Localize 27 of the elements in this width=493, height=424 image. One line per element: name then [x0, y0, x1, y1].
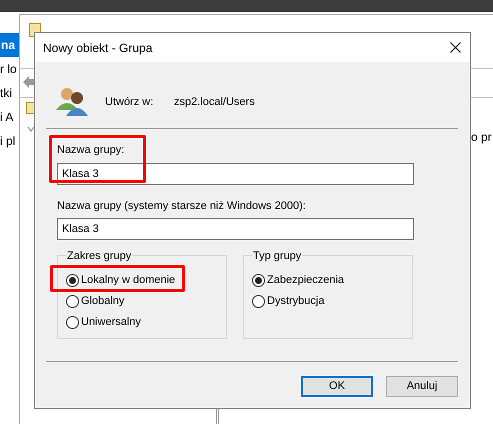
create-in-label: Utwórz w:	[105, 95, 154, 110]
sidebar-item[interactable]: i A	[0, 105, 19, 129]
folder-icon	[26, 102, 36, 114]
radio-label[interactable]: Zabezpieczenia	[267, 272, 344, 289]
input-field[interactable]: Klasa 3	[57, 162, 414, 184]
dialog-button[interactable]: OK	[301, 376, 373, 397]
dialog-button[interactable]: Anuluj	[386, 376, 458, 397]
chevron-icon[interactable]	[27, 125, 35, 133]
radio-label[interactable]: Uniwersalny	[81, 314, 141, 331]
field-label: Nazwa grupy (systemy starsze niż Windows 2000):	[57, 198, 307, 214]
list-text: o pr	[471, 129, 492, 146]
radio-label[interactable]: Globalny	[81, 293, 124, 310]
input-field[interactable]: Klasa 3	[57, 218, 414, 240]
group-title: Zakres grupy	[66, 248, 132, 264]
sidebar-item[interactable]: na	[0, 33, 19, 57]
users-icon	[56, 86, 89, 116]
field-label: Nazwa grupy:	[57, 143, 126, 158]
radio-label[interactable]: Dystrybucja	[267, 293, 324, 310]
close-icon[interactable]	[450, 42, 461, 53]
sidebar-item[interactable]: r lo	[0, 57, 19, 81]
dialog-title: Nowy obiekt - Grupa	[43, 40, 152, 57]
sidebar-item[interactable]: tki	[0, 81, 19, 105]
create-in-path: zsp2.local/Users	[174, 95, 255, 110]
back-arrow-icon[interactable]	[23, 75, 35, 89]
radio-label[interactable]: Lokalny w domenie	[81, 272, 176, 289]
sidebar-item[interactable]: i pl	[0, 129, 19, 153]
group-title: Typ grupy	[252, 248, 302, 264]
